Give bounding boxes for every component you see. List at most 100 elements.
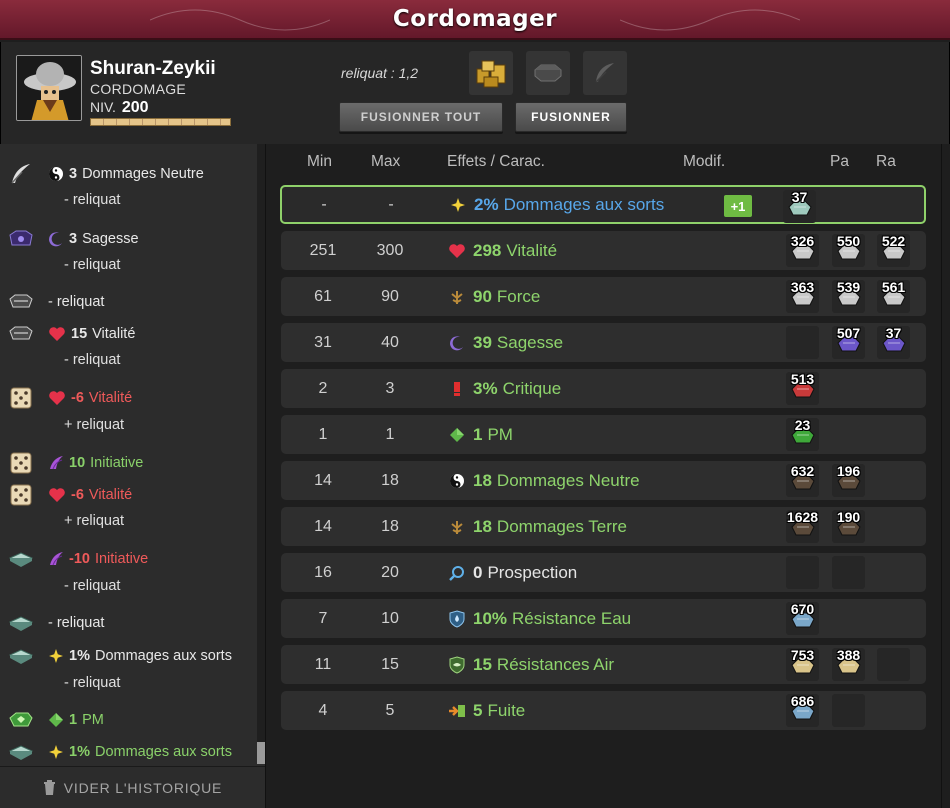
purple-rune-icon (8, 227, 34, 251)
effect-row[interactable]: 2 3 3% Critique 513 (281, 369, 926, 408)
max-value: 90 (381, 287, 399, 305)
flee-icon (447, 701, 467, 721)
rune-red-icon[interactable]: 513 (786, 371, 819, 405)
rune-blue-icon[interactable]: 670 (786, 601, 819, 635)
history-reliquat-note: - reliquat (64, 578, 121, 594)
effect-row[interactable]: 14 18 18 Dommages Neutre 632 196 (281, 461, 926, 500)
rune-dark-icon[interactable]: 190 (832, 509, 865, 543)
history-effect: -6 Vitalité (48, 487, 132, 503)
book-rune-icon (8, 740, 34, 764)
feather-slot[interactable] (583, 51, 627, 95)
rune-gray-icon[interactable]: 326 (786, 233, 819, 267)
effect-row[interactable]: 16 20 0 Prospection (281, 553, 926, 592)
clear-history-button[interactable]: VIDER L'HISTORIQUE (0, 766, 265, 808)
effect-label: Sagesse (496, 332, 564, 352)
effect-row[interactable]: 31 40 39 Sagesse 507 37 (281, 323, 926, 362)
effect-row[interactable]: 14 18 18 Dommages Terre 1628 190 (281, 507, 926, 546)
col-modif: Modif. (683, 153, 726, 170)
magnifier-icon (447, 563, 467, 583)
effect-label: Prospection (487, 562, 578, 582)
effect-row[interactable]: 251 300 298 Vitalité 326 550 522 (281, 231, 926, 270)
rune-bag-slot[interactable] (469, 51, 513, 95)
effect-row[interactable]: 11 15 15 Résistances Air 753 388 (281, 645, 926, 684)
rune-gold-icon[interactable]: 388 (832, 647, 865, 681)
rune-gray-icon[interactable]: 561 (877, 279, 910, 313)
max-value: 40 (381, 333, 399, 351)
rune-slot-empty[interactable] (877, 648, 910, 681)
moon-icon (447, 333, 467, 353)
effect-row[interactable]: 4 5 5 Fuite 686 (281, 691, 926, 730)
history-effect-label: Sagesse (82, 231, 139, 247)
rune-blue-icon[interactable]: 686 (786, 693, 819, 727)
rune-green-icon[interactable]: 23 (786, 417, 819, 451)
level-value: 200 (121, 99, 149, 116)
title-ornament-left-icon (150, 9, 330, 31)
rune-count: 522 (881, 233, 906, 249)
effect: 15 Résistances Air (447, 645, 614, 684)
rune-purple-icon[interactable]: 37 (877, 325, 910, 359)
effect-label: Dommages Terre (496, 516, 627, 536)
rune-count: 326 (790, 233, 815, 249)
rune-gold-icon[interactable]: 753 (786, 647, 819, 681)
effect-value: 15 (473, 654, 492, 674)
exclaim-icon (447, 379, 467, 399)
history-reliquat-note: - reliquat (64, 352, 121, 368)
rune-book-icon[interactable]: 37 (783, 189, 816, 223)
rune-dark-icon[interactable]: 1628 (786, 509, 819, 543)
history-effect-label: Vitalité (92, 326, 136, 342)
max-value: 15 (381, 655, 399, 673)
gray-rune-icon (8, 322, 34, 346)
history-effect-label: - reliquat (48, 294, 105, 310)
rune-dark-icon[interactable]: 632 (786, 463, 819, 497)
effect-label: PM (487, 424, 513, 444)
history-effect: 15 Vitalité (48, 326, 135, 342)
rune-dark-icon[interactable]: 196 (832, 463, 865, 497)
max-value: - (388, 195, 394, 213)
moon-icon (48, 231, 64, 247)
rune-gray-icon[interactable]: 539 (832, 279, 865, 313)
dice-icon (8, 483, 34, 507)
history-effect-value: 3 (69, 231, 78, 247)
effect-label: Critique (502, 378, 562, 398)
fuse-button[interactable]: FUSIONNER (515, 102, 627, 132)
rune-slot-empty[interactable] (786, 556, 819, 589)
min-value: 16 (314, 563, 332, 581)
dice-icon (8, 451, 34, 475)
header-panel: Shuran-Zeykii CORDOMAGE NIV. 200 reliqua… (0, 42, 950, 144)
rune-count: 1628 (786, 509, 819, 525)
dice-icon (8, 386, 34, 410)
green-rune-icon (8, 708, 34, 732)
effect: 5 Fuite (447, 691, 525, 730)
rune-purple-icon[interactable]: 507 (832, 325, 865, 359)
rune-gray-icon[interactable]: 522 (877, 233, 910, 267)
fuse-all-button[interactable]: FUSIONNER TOUT (339, 102, 503, 132)
history-entry: 1% Dommages aux sorts (0, 645, 256, 667)
rune-gray-icon[interactable]: 363 (786, 279, 819, 313)
history-entry: - reliquat (0, 291, 256, 313)
history-scroll-thumb[interactable] (257, 742, 265, 764)
effect-row[interactable]: 7 10 10% Résistance Eau 670 (281, 599, 926, 638)
rune-slot-empty[interactable] (786, 326, 819, 359)
rune-slot-empty[interactable] (832, 556, 865, 589)
history-effect: - reliquat (48, 294, 104, 310)
title-ornament-right-icon (620, 9, 800, 31)
history-effect-value: -6 (71, 390, 84, 406)
history-reliquat-note: - reliquat (64, 257, 121, 273)
effect-row[interactable]: 1 1 1 PM 23 (281, 415, 926, 454)
effect-row-highlighted[interactable]: - - 2% Dommages aux sorts +1 37 (280, 185, 926, 224)
min-value: 11 (314, 655, 332, 673)
modif-badge: +1 (724, 195, 752, 217)
col-effects: Effets / Carac. (447, 153, 545, 170)
effect-label: Fuite (487, 700, 526, 720)
rune-slot-empty[interactable] (832, 694, 865, 727)
item-slot[interactable] (526, 51, 570, 95)
history-reliquat-note: - reliquat (64, 192, 121, 208)
level-label: NIV. (90, 99, 116, 115)
effect-row[interactable]: 61 90 90 Force 363 539 561 (281, 277, 926, 316)
rune-gray-icon[interactable]: 550 (832, 233, 865, 267)
effect-label: Dommages aux sorts (503, 194, 665, 214)
window-title: Cordomager (392, 6, 558, 32)
history-scrollbar[interactable] (257, 144, 265, 764)
effect-label: Force (496, 286, 541, 306)
max-value: 18 (381, 471, 399, 489)
